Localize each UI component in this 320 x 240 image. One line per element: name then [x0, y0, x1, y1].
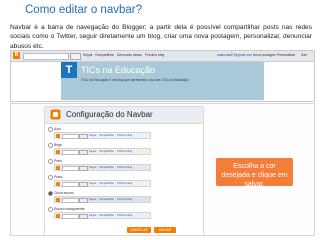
- preview-search-button: [79, 149, 88, 155]
- navbar-link-follow[interactable]: Seguir: [83, 53, 93, 57]
- blogger-logo-icon: [56, 165, 60, 170]
- blog-screenshot: B Seguir Compartilhar Denunciar abuso Pr…: [10, 50, 315, 102]
- preview-search-box: [62, 197, 79, 203]
- preview-search-box: [62, 165, 79, 171]
- options-list: Azul Seguir Compartilhar Próximo blog Be…: [45, 127, 203, 223]
- preview-search-box: [62, 133, 79, 139]
- preview-link: Seguir: [89, 134, 97, 137]
- save-button[interactable]: SALVAR: [154, 227, 176, 233]
- navbar-link-next-blog[interactable]: Próximo blog: [145, 53, 164, 57]
- navbar-link-new-post[interactable]: Nova postagem: [253, 53, 276, 57]
- preview-link: Próximo blog: [117, 182, 133, 185]
- blog-description: TICs na Educação é um blog que apresenta…: [81, 78, 189, 82]
- navbar-link-customize[interactable]: Personalizar: [277, 53, 295, 57]
- navbar-link-share[interactable]: Compartilhar: [95, 53, 114, 57]
- preview-link: Próximo blog: [117, 150, 133, 153]
- instruction-callout: Escolha a cor desejada e clique em salva…: [216, 158, 293, 189]
- preview-search-button: [79, 165, 88, 171]
- preview-link: Compartilhar: [99, 214, 114, 217]
- option-label: Azul: [54, 127, 61, 131]
- blogger-logo-icon[interactable]: B: [13, 52, 20, 59]
- navbar-search-input[interactable]: [23, 53, 69, 60]
- navbar-user-email: adalucas87@gmail.com: [217, 53, 253, 57]
- option-radio[interactable]: [48, 127, 53, 132]
- option-radio[interactable]: [48, 207, 53, 212]
- option-radio[interactable]: [48, 143, 53, 148]
- preview-link: Seguir: [89, 198, 97, 201]
- preview-link: Compartilhar: [99, 182, 114, 185]
- preview-link: Seguir: [89, 214, 97, 217]
- callout-save-link: salvar: [244, 181, 263, 188]
- preview-search-button: [79, 181, 88, 187]
- option-preview: Seguir Compartilhar Próximo blog: [54, 164, 151, 171]
- preview-link: Compartilhar: [99, 166, 114, 169]
- option-label: Escuro transparente: [54, 207, 85, 211]
- callout-text-before: Escolha a cor desejada e clique em: [221, 163, 288, 179]
- preview-search-box: [62, 149, 79, 155]
- blogger-settings-icon: [50, 109, 61, 120]
- navbar-link-sign-out[interactable]: Sair: [301, 53, 307, 57]
- blog-header: T TICs na Educação TICs na Educação é um…: [61, 62, 264, 100]
- preview-link: Próximo blog: [117, 214, 133, 217]
- preview-search-button: [79, 213, 88, 219]
- preview-search-button: [79, 197, 88, 203]
- slide-title: Como editar o navbar?: [25, 4, 142, 16]
- option-radio[interactable]: [48, 175, 53, 180]
- option-preview: Seguir Compartilhar Próximo blog: [54, 212, 151, 219]
- blog-title[interactable]: TICs na Educação: [81, 65, 155, 75]
- option-label: Preto: [54, 159, 63, 163]
- preview-link: Próximo blog: [117, 198, 133, 201]
- cancel-button[interactable]: CANCELAR: [127, 227, 151, 233]
- option-preview: Seguir Compartilhar Próximo blog: [54, 132, 151, 139]
- navbar-link-report-abuse[interactable]: Denunciar abuso: [117, 53, 142, 57]
- preview-search-button: [79, 133, 88, 139]
- blogger-logo-icon: [56, 197, 60, 202]
- callout-text: Escolha a cor desejada e clique em salva…: [220, 162, 289, 189]
- intro-paragraph: Navbar é a barra de navegação do Blogger…: [10, 24, 312, 50]
- option-preview: Seguir Compartilhar Próximo blog: [54, 148, 151, 155]
- blogger-logo-icon: [56, 149, 60, 154]
- blogger-logo-icon: [56, 133, 60, 138]
- option-label: Bege: [54, 143, 62, 147]
- option-radio[interactable]: [48, 159, 53, 164]
- preview-link: Compartilhar: [99, 134, 114, 137]
- preview-link: Próximo blog: [117, 166, 133, 169]
- panel-header: Configuração do Navbar: [45, 107, 203, 124]
- preview-link: Compartilhar: [99, 150, 114, 153]
- blogger-logo-icon: [56, 213, 60, 218]
- preview-search-box: [62, 213, 79, 219]
- option-preview: Seguir Compartilhar Próximo blog: [54, 180, 151, 187]
- callout-text-after: .: [262, 181, 265, 188]
- preview-link: Próximo blog: [117, 134, 133, 137]
- preview-link: Seguir: [89, 166, 97, 169]
- preview-link: Seguir: [89, 150, 97, 153]
- blogger-logo-icon: [56, 181, 60, 186]
- preview-link: Seguir: [89, 182, 97, 185]
- navbar-search-button[interactable]: [70, 53, 81, 60]
- panel-title: Configuração do Navbar: [66, 110, 153, 119]
- option-label: Prata: [54, 175, 63, 179]
- preview-search-box: [62, 181, 79, 187]
- option-radio-selected[interactable]: [48, 191, 53, 196]
- option-label: Cinza escuro: [54, 191, 74, 195]
- preview-link: Compartilhar: [99, 198, 114, 201]
- tics-logo: T: [61, 62, 77, 78]
- blogger-navbar: B Seguir Compartilhar Denunciar abuso Pr…: [11, 51, 314, 62]
- navbar-config-panel: Configuração do Navbar Azul Seguir Compa…: [44, 106, 204, 236]
- option-preview: Seguir Compartilhar Próximo blog: [54, 196, 151, 203]
